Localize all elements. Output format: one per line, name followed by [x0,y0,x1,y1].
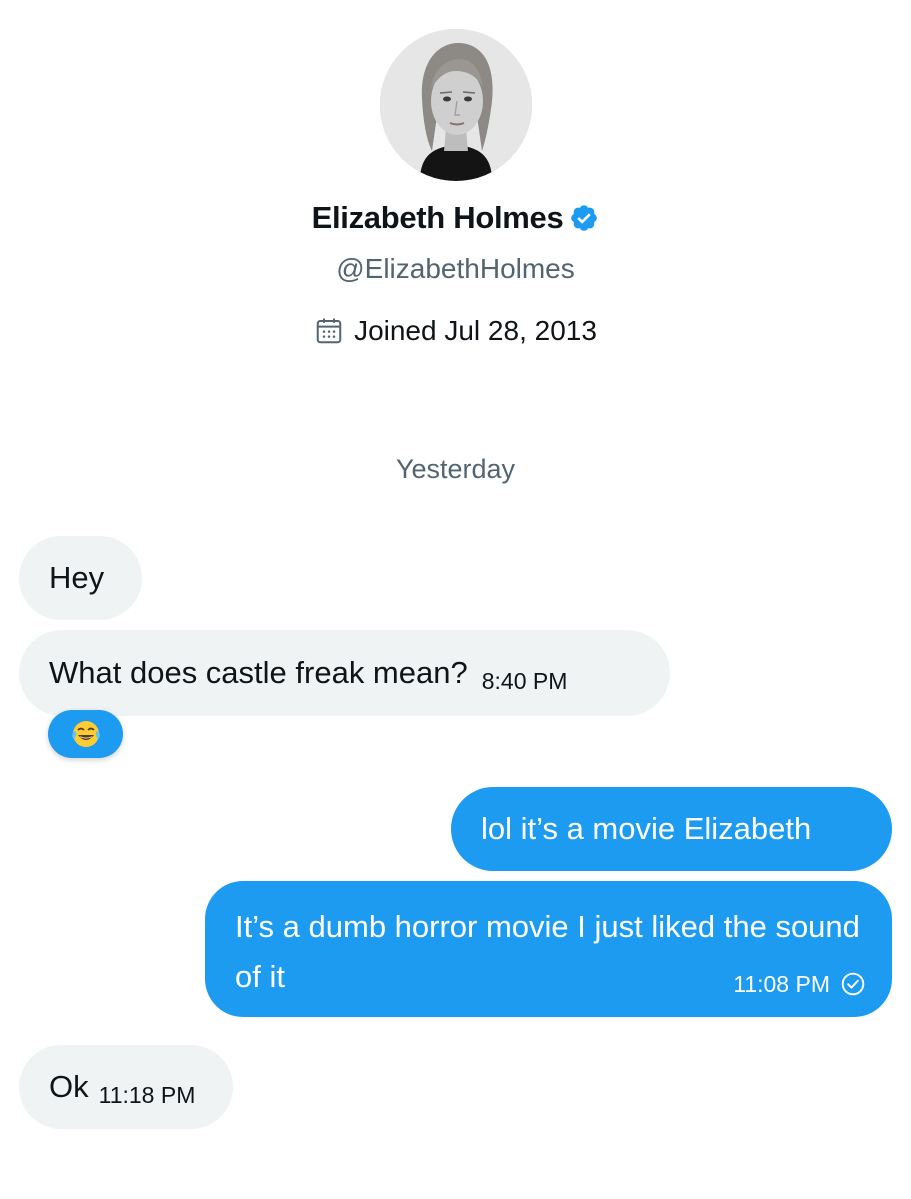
message-reaction[interactable] [48,710,123,758]
message-timestamp: 11:08 PM [733,971,830,997]
verified-badge-icon [571,205,598,231]
message-text: Ok [49,1069,89,1104]
message-received[interactable]: Ok 11:18 PM [19,1045,233,1129]
message-text: Hey [49,560,105,595]
message-timestamp: 11:18 PM [98,1082,196,1108]
profile-photo [380,29,532,181]
message-received[interactable]: What does castle freak mean? 8:40 PM [19,630,670,716]
message-meta: 11:08 PM [733,971,866,997]
profile-name-row: Elizabeth Holmes [0,200,911,236]
joined-date: Joined Jul 28, 2013 [354,315,597,346]
face-with-tears-of-joy-icon [71,721,100,747]
message-timestamp: 8:40 PM [481,668,568,694]
joined-date-row: Joined Jul 28, 2013 [0,315,911,347]
message-sent[interactable]: lol it’s a movie Elizabeth [451,787,892,871]
message-text: lol it’s a movie Elizabeth [481,811,812,846]
profile-name[interactable]: Elizabeth Holmes [312,200,564,236]
profile-handle: @ElizabethHolmes [336,253,575,284]
message-received[interactable]: Hey [19,536,142,620]
avatar[interactable] [380,29,532,181]
calendar-icon [316,318,342,344]
dm-conversation: Elizabeth Holmes @ElizabethHolmes Joined… [0,0,911,1199]
message-sent[interactable]: It’s a dumb horror movie I just liked th… [205,881,892,1017]
message-text: What does castle freak mean? [49,655,468,690]
day-separator: Yesterday [395,454,516,484]
seen-check-icon [841,972,865,996]
